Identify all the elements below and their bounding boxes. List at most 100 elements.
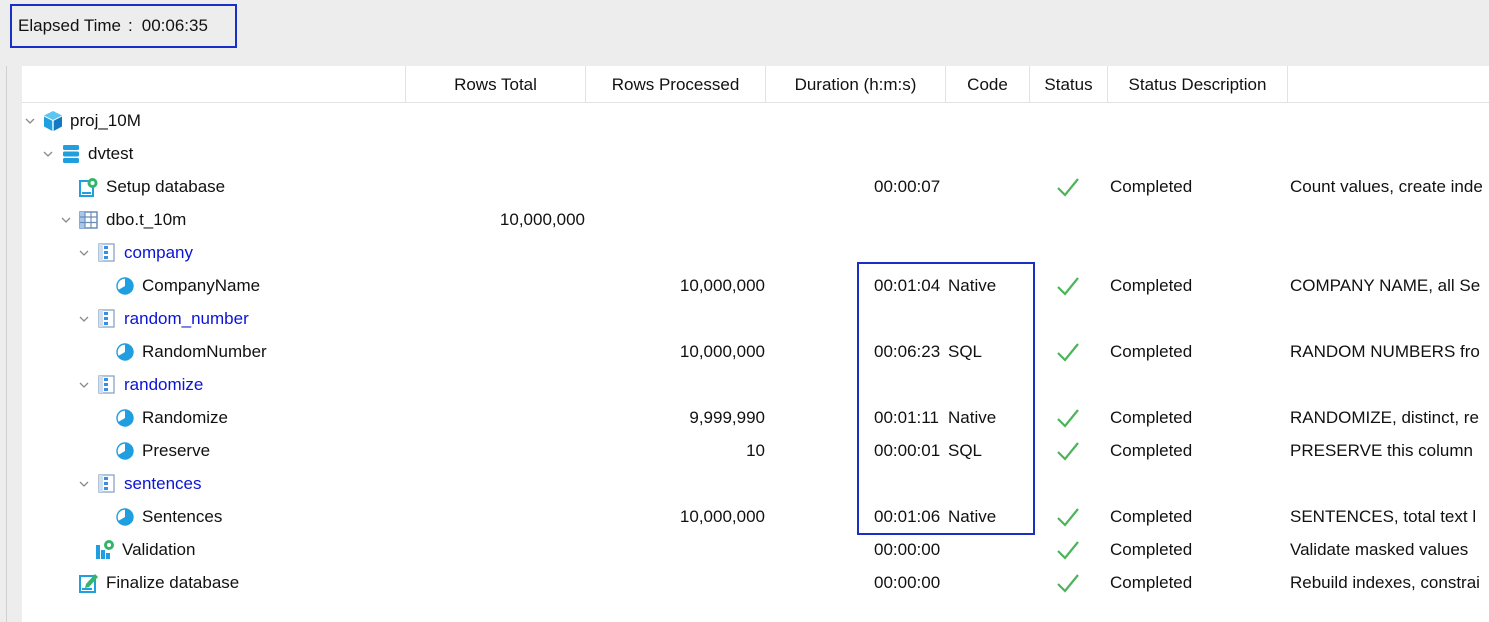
mask-rule-icon xyxy=(114,506,136,528)
header-spacer xyxy=(1287,66,1489,103)
table-header: Rows Total Rows Processed Duration (h:m:… xyxy=(22,66,1489,103)
node-label: RandomNumber xyxy=(142,341,267,361)
rows-total-cell: 10,000,000 xyxy=(499,209,585,229)
status-cell: Completed xyxy=(1110,407,1193,427)
table-row[interactable]: Validation 00:00:00 Completed Validate mask… xyxy=(22,533,1489,566)
node-label: randomize xyxy=(124,374,204,394)
node-label: Finalize database xyxy=(106,572,240,592)
chevron-down-icon[interactable] xyxy=(78,379,90,391)
status-description-cell: RANDOMIZE, distinct, re xyxy=(1290,407,1479,427)
chevron-down-icon[interactable] xyxy=(24,115,36,127)
setup-gear-icon xyxy=(78,176,100,198)
duration-cell: 00:00:07 xyxy=(874,176,941,196)
duration-cell: 00:06:23 xyxy=(874,341,941,361)
table-row[interactable]: CompanyName 10,000,000 00:01:04 Native Compl… xyxy=(22,269,1489,302)
header-rows-total[interactable]: Rows Total xyxy=(405,66,585,103)
elapsed-time-value: 00:06:35 xyxy=(141,16,208,35)
mask-rule-icon xyxy=(114,275,136,297)
elapsed-time-separator: : xyxy=(128,16,133,35)
tree-node[interactable]: randomize xyxy=(78,368,203,401)
elapsed-time-box: Elapsed Time : 00:06:35 xyxy=(10,4,237,48)
table-row[interactable]: Preserve 10 00:00:01 SQL Completed PRESERVE t… xyxy=(22,434,1489,467)
header-name[interactable] xyxy=(22,66,405,103)
table-row[interactable]: Sentences 10,000,000 00:01:06 Native Complet… xyxy=(22,500,1489,533)
node-label: random_number xyxy=(124,308,249,328)
table-row[interactable]: dbo.t_10m 10,000,000 xyxy=(22,203,1489,236)
table-row[interactable]: dvtest xyxy=(22,137,1489,170)
node-label: Randomize xyxy=(142,407,228,427)
database-icon xyxy=(60,143,82,165)
chevron-down-icon[interactable] xyxy=(78,313,90,325)
tree-node[interactable]: CompanyName xyxy=(96,269,260,302)
status-cell: Completed xyxy=(1110,275,1193,295)
tree-node[interactable]: Validation xyxy=(76,533,195,566)
status-description-cell: SENTENCES, total text l xyxy=(1290,506,1477,526)
tree-node[interactable]: Preserve xyxy=(96,434,210,467)
check-icon xyxy=(1055,170,1081,203)
header-code[interactable]: Code xyxy=(945,66,1029,103)
check-icon xyxy=(1055,335,1081,368)
tree-node[interactable]: Randomize xyxy=(96,401,228,434)
table-row[interactable]: Randomize 9,999,990 00:01:11 Native Complete… xyxy=(22,401,1489,434)
column-group-icon xyxy=(96,308,118,330)
rows-processed-cell: 10 xyxy=(746,440,765,460)
tree-node[interactable]: Sentences xyxy=(96,500,222,533)
header-status[interactable]: Status xyxy=(1029,66,1107,103)
status-cell: Completed xyxy=(1110,506,1193,526)
table-row[interactable]: proj_10M xyxy=(22,104,1489,137)
mask-rule-icon xyxy=(114,407,136,429)
table-row[interactable]: sentences xyxy=(22,467,1489,500)
tree-node[interactable]: random_number xyxy=(78,302,249,335)
table-row[interactable]: RandomNumber 10,000,000 00:06:23 SQL Complet… xyxy=(22,335,1489,368)
table-row[interactable]: Finalize database 00:00:00 Completed Rebuil… xyxy=(22,566,1489,599)
node-label: sentences xyxy=(124,473,202,493)
tree-node[interactable]: proj_10M xyxy=(24,104,141,137)
status-cell: Completed xyxy=(1110,440,1193,460)
status-description-cell: RANDOM NUMBERS fro xyxy=(1290,341,1480,361)
cube-icon xyxy=(42,110,64,132)
tree-node[interactable]: RandomNumber xyxy=(96,335,267,368)
progress-tree-table[interactable]: Rows Total Rows Processed Duration (h:m:… xyxy=(22,66,1489,622)
header-rows-processed[interactable]: Rows Processed xyxy=(585,66,765,103)
chevron-down-icon[interactable] xyxy=(78,478,90,490)
code-cell: SQL xyxy=(948,341,983,361)
check-icon xyxy=(1055,566,1081,599)
table-row[interactable]: Setup database 00:00:07 Completed Count val… xyxy=(22,170,1489,203)
rows-processed-cell: 10,000,000 xyxy=(679,275,765,295)
table-row[interactable]: random_number xyxy=(22,302,1489,335)
chevron-down-icon[interactable] xyxy=(42,148,54,160)
check-icon xyxy=(1055,269,1081,302)
finalize-edit-icon xyxy=(78,572,100,594)
tree-node[interactable]: sentences xyxy=(78,467,202,500)
status-cell: Completed xyxy=(1110,176,1193,196)
tree-node[interactable]: dvtest xyxy=(42,137,133,170)
column-group-icon xyxy=(96,473,118,495)
node-label: dvtest xyxy=(88,143,134,163)
mask-rule-icon xyxy=(114,341,136,363)
header-duration[interactable]: Duration (h:m:s) xyxy=(765,66,945,103)
rows-processed-cell: 9,999,990 xyxy=(689,407,765,427)
tree-node[interactable]: Setup database xyxy=(60,170,225,203)
check-icon xyxy=(1055,500,1081,533)
tree-node[interactable]: company xyxy=(78,236,193,269)
table-row[interactable]: randomize xyxy=(22,368,1489,401)
table-row[interactable]: company xyxy=(22,236,1489,269)
code-cell: Native xyxy=(948,275,997,295)
status-description-cell: Count values, create inde xyxy=(1290,176,1483,196)
check-icon xyxy=(1055,533,1081,566)
chevron-down-icon[interactable] xyxy=(60,214,72,226)
status-description-cell: COMPANY NAME, all Se xyxy=(1290,275,1481,295)
status-description-cell: Validate masked values xyxy=(1290,539,1469,559)
check-icon xyxy=(1055,434,1081,467)
duration-cell: 00:00:00 xyxy=(874,572,941,592)
code-cell: Native xyxy=(948,506,997,526)
node-label: Sentences xyxy=(142,506,223,526)
elapsed-time-label: Elapsed Time xyxy=(18,16,121,35)
node-label: proj_10M xyxy=(70,110,141,130)
node-label: Preserve xyxy=(142,440,211,460)
panel-left-edge xyxy=(6,66,7,622)
tree-node[interactable]: dbo.t_10m xyxy=(60,203,186,236)
header-status-description[interactable]: Status Description xyxy=(1107,66,1287,103)
tree-node[interactable]: Finalize database xyxy=(60,566,239,599)
chevron-down-icon[interactable] xyxy=(78,247,90,259)
